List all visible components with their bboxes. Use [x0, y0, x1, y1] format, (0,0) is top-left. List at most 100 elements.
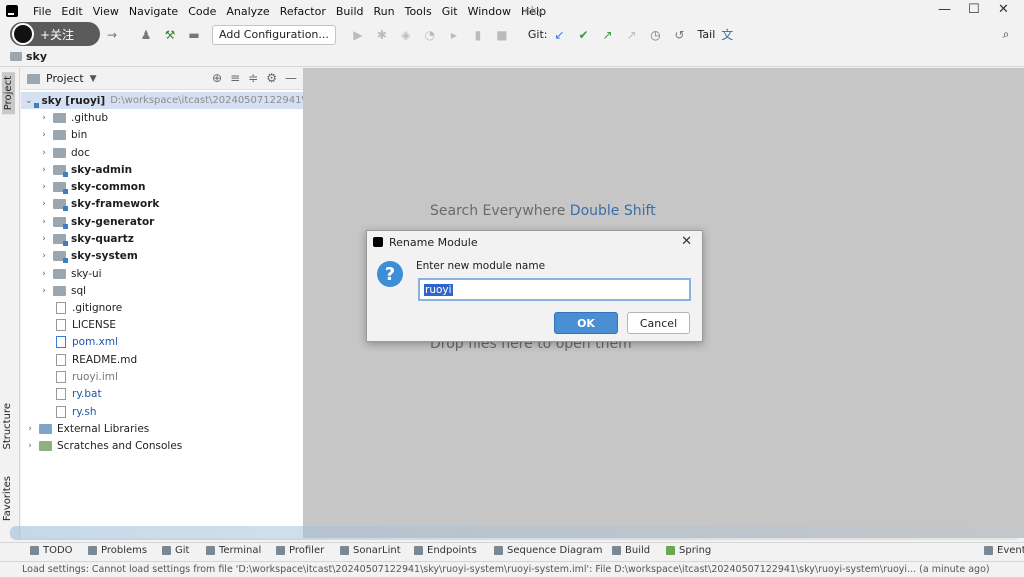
profile-icon[interactable]: ◔: [422, 27, 438, 43]
ok-button[interactable]: OK: [554, 312, 618, 334]
collapse-all-icon[interactable]: ≑: [248, 71, 258, 85]
tree-row[interactable]: › sky-admin: [21, 161, 303, 178]
structure-tool-tab[interactable]: Structure: [2, 403, 13, 450]
tab-git[interactable]: Git: [162, 545, 189, 556]
favorites-tool-tab[interactable]: Favorites: [2, 476, 13, 521]
tree-row[interactable]: ruoyi.iml: [21, 368, 303, 385]
menu-build[interactable]: Build: [331, 5, 369, 18]
chevron-right-icon[interactable]: ›: [39, 113, 49, 123]
locate-icon[interactable]: ⊕: [212, 71, 222, 85]
follow-badge[interactable]: +关注: [10, 22, 100, 46]
menu-view[interactable]: View: [88, 5, 124, 18]
tab-event-log[interactable]: Event: [984, 545, 1024, 556]
menu-navigate[interactable]: Navigate: [124, 5, 183, 18]
close-window-button[interactable]: ✕: [998, 2, 1009, 17]
tree-row[interactable]: › sky-quartz: [21, 230, 303, 247]
chevron-right-icon[interactable]: ›: [39, 269, 49, 279]
tree-row[interactable]: › .github: [21, 109, 303, 126]
run-more-icon[interactable]: ▸: [446, 27, 462, 43]
chevron-right-icon[interactable]: ›: [39, 130, 49, 140]
tab-sequence-diagram[interactable]: Sequence Diagram: [494, 545, 602, 556]
chevron-right-icon[interactable]: ›: [39, 251, 49, 261]
chevron-right-icon[interactable]: ›: [39, 148, 49, 158]
tab-sonarlint[interactable]: SonarLint: [340, 545, 401, 556]
project-panel-title[interactable]: Project: [46, 72, 84, 85]
git-commit-icon[interactable]: ✔: [576, 27, 592, 43]
tree-row[interactable]: › sql: [21, 282, 303, 299]
maximize-button[interactable]: ☐: [968, 2, 980, 17]
tree-row[interactable]: › sky-ui: [21, 265, 303, 282]
history-icon[interactable]: ◷: [648, 27, 664, 43]
git-fetch-icon[interactable]: ↗: [624, 27, 640, 43]
menu-refactor[interactable]: Refactor: [275, 5, 331, 18]
debug-icon[interactable]: ✱: [374, 27, 390, 43]
stop-icon[interactable]: ■: [494, 27, 510, 43]
menu-tools[interactable]: Tools: [400, 5, 437, 18]
tree-row[interactable]: › doc: [21, 144, 303, 161]
chevron-right-icon[interactable]: ›: [25, 424, 35, 434]
tab-terminal[interactable]: Terminal: [206, 545, 261, 556]
project-tool-tab[interactable]: Project: [2, 72, 15, 115]
git-push-icon[interactable]: ↗: [600, 27, 616, 43]
expand-all-icon[interactable]: ≡: [230, 71, 240, 85]
module-name-input[interactable]: ruoyi: [418, 278, 691, 301]
tab-profiler[interactable]: Profiler: [276, 545, 324, 556]
chevron-right-icon[interactable]: ›: [39, 182, 49, 192]
chevron-down-icon[interactable]: ▼: [90, 74, 97, 84]
add-configuration-button[interactable]: Add Configuration...: [212, 24, 336, 45]
tree-row[interactable]: › sky-system: [21, 247, 303, 264]
tab-problems[interactable]: Problems: [88, 545, 147, 556]
menu-code[interactable]: Code: [183, 5, 221, 18]
coverage-icon[interactable]: ◈: [398, 27, 414, 43]
menu-file[interactable]: File: [28, 5, 56, 18]
menu-analyze[interactable]: Analyze: [221, 5, 274, 18]
translate-icon[interactable]: 文: [719, 27, 735, 43]
status-message[interactable]: Load settings: Cannot load settings from…: [22, 564, 990, 575]
hide-icon[interactable]: —: [285, 71, 297, 85]
tree-row[interactable]: › External Libraries: [21, 420, 303, 437]
tree-row[interactable]: › bin: [21, 126, 303, 143]
cancel-button[interactable]: Cancel: [627, 312, 690, 334]
tab-build[interactable]: Build: [612, 545, 650, 556]
tree-row[interactable]: › sky-generator: [21, 213, 303, 230]
chevron-right-icon[interactable]: ›: [39, 199, 49, 209]
tree-row[interactable]: ry.sh: [21, 403, 303, 420]
tree-row[interactable]: › Scratches and Consoles: [21, 437, 303, 454]
close-icon[interactable]: ✕: [681, 234, 692, 249]
menu-git[interactable]: Git: [437, 5, 463, 18]
tab-spring[interactable]: Spring: [666, 545, 711, 556]
tree-row[interactable]: › sky-common: [21, 178, 303, 195]
folder-icon[interactable]: ▬: [186, 27, 202, 43]
tail-button[interactable]: Tail: [698, 28, 716, 41]
chevron-down-icon[interactable]: ⌄: [25, 96, 33, 106]
chevron-right-icon[interactable]: ›: [39, 286, 49, 296]
forward-icon[interactable]: →: [104, 27, 120, 43]
chevron-right-icon[interactable]: ›: [39, 165, 49, 175]
chevron-right-icon[interactable]: ›: [39, 234, 49, 244]
chevron-right-icon[interactable]: ›: [25, 441, 35, 451]
menu-run[interactable]: Run: [369, 5, 400, 18]
chevron-right-icon[interactable]: ›: [39, 217, 49, 227]
tree-row[interactable]: README.md: [21, 351, 303, 368]
user-icon[interactable]: ♟: [138, 27, 154, 43]
menu-window[interactable]: Window: [463, 5, 516, 18]
avatar: [12, 23, 34, 45]
tree-row[interactable]: ry.bat: [21, 385, 303, 402]
tree-row[interactable]: LICENSE: [21, 316, 303, 333]
tab-endpoints[interactable]: Endpoints: [414, 545, 477, 556]
build-hammer-icon[interactable]: ⚒: [162, 27, 178, 43]
search-icon[interactable]: ⌕: [998, 27, 1014, 43]
tree-row[interactable]: › sky-framework: [21, 195, 303, 212]
tree-row-root[interactable]: ⌄ sky [ruoyi] D:\workspace\itcast\202405…: [21, 92, 321, 109]
minimize-button[interactable]: —: [938, 2, 951, 17]
breadcrumb-project[interactable]: sky: [26, 50, 47, 63]
tree-row[interactable]: pom.xml: [21, 333, 303, 350]
gear-icon[interactable]: ⚙: [266, 71, 277, 85]
tab-todo[interactable]: TODO: [30, 545, 73, 556]
tree-row[interactable]: .gitignore: [21, 299, 303, 316]
menu-edit[interactable]: Edit: [56, 5, 87, 18]
rollback-icon[interactable]: ↺: [672, 27, 688, 43]
run-icon[interactable]: ▶: [350, 27, 366, 43]
git-update-icon[interactable]: ↙: [552, 27, 568, 43]
attach-icon[interactable]: ▮: [470, 27, 486, 43]
